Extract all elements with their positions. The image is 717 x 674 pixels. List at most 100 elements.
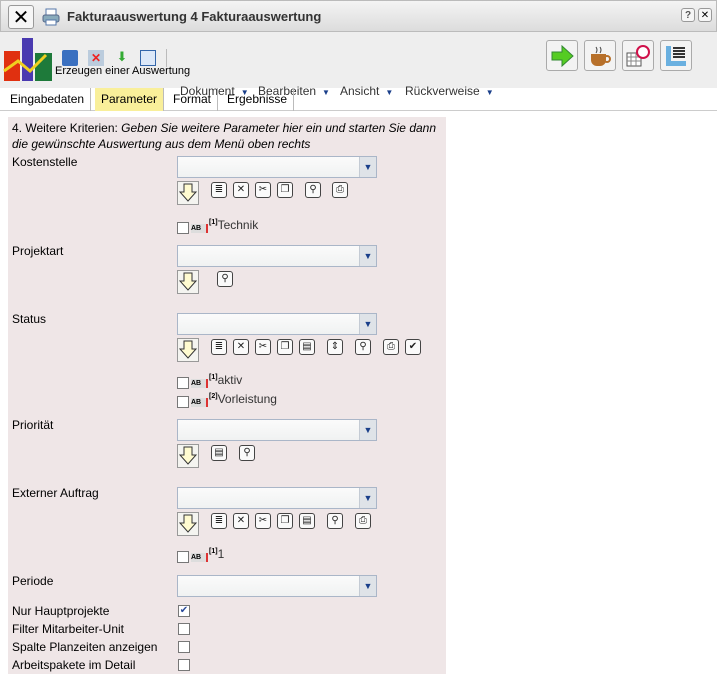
entry-index: [2] (209, 393, 218, 400)
paste-icon[interactable]: ▤ (299, 339, 315, 355)
chevron-down-icon[interactable]: ▼ (359, 157, 376, 177)
move-top-icon[interactable]: ≣ (211, 182, 227, 198)
spalte-planzeiten-anzeigen-checkbox[interactable] (178, 641, 190, 653)
chevron-down-icon[interactable]: ▼ (359, 576, 376, 596)
externer-auftrag-label: Externer Auftrag (12, 486, 99, 500)
entry-text: Vorleistung (217, 392, 277, 406)
calendar-clock-icon (626, 44, 650, 66)
tab-eingabedaten[interactable]: Eingabedaten (4, 88, 92, 111)
priorit-t-add-button[interactable] (177, 444, 199, 468)
spalte-planzeiten-anzeigen-label: Spalte Planzeiten anzeigen (12, 640, 158, 654)
projektart-select[interactable]: ▼ (177, 245, 377, 267)
cut-icon[interactable]: ✂ (255, 339, 271, 355)
copy-document-icon[interactable] (140, 50, 156, 66)
check-icon[interactable]: ✔ (405, 339, 421, 355)
print-button[interactable] (41, 6, 61, 28)
print-icon[interactable]: ⎙ (355, 513, 371, 529)
search-icon[interactable]: ⚲ (355, 339, 371, 355)
status-entry-checkbox[interactable] (177, 396, 189, 408)
search-icon[interactable]: ⚲ (239, 445, 255, 461)
projektart-label: Projektart (12, 244, 64, 258)
help-button[interactable]: ? (681, 8, 695, 22)
copy-icon[interactable]: ❐ (277, 339, 293, 355)
filter-mitarbeiter-unit-checkbox[interactable] (178, 623, 190, 635)
projektart-add-button[interactable] (177, 270, 199, 294)
print-icon[interactable]: ⎙ (332, 182, 348, 198)
arrow-down-icon (179, 340, 197, 359)
status-add-button[interactable] (177, 338, 199, 362)
coffee-cup-icon (591, 46, 611, 66)
delete-icon[interactable]: ✕ (233, 182, 249, 198)
print-icon[interactable]: ⎙ (383, 339, 399, 355)
tab-format[interactable]: Format (167, 88, 219, 111)
kostenstelle-entry-checkbox[interactable] (177, 222, 189, 234)
move-top-icon[interactable]: ≣ (211, 513, 227, 529)
arrow-down-icon (179, 514, 197, 533)
close-button[interactable]: ✕ (698, 8, 712, 22)
periode-select[interactable]: ▼ (177, 575, 377, 597)
externer-auftrag-entry: [1]1 (209, 547, 224, 561)
chevron-down-icon[interactable]: ▼ (359, 314, 376, 334)
search-icon[interactable]: ⚲ (305, 182, 321, 198)
list-ruler-icon (666, 45, 686, 66)
priorit-t-select[interactable]: ▼ (177, 419, 377, 441)
cut-icon[interactable]: ✂ (255, 513, 271, 529)
schedule-button[interactable] (622, 40, 654, 71)
tab-ergebnisse[interactable]: Ergebnisse (221, 88, 295, 111)
delete-icon[interactable]: ✕ (233, 339, 249, 355)
tab-parameter[interactable]: Parameter (95, 88, 165, 111)
text-value-icon: AB (191, 224, 208, 233)
toolbar-divider (166, 49, 167, 67)
entry-text: aktiv (217, 373, 243, 387)
sort-icon[interactable]: ⇕ (327, 339, 343, 355)
intro-text: 4. Weitere Kriterien: Geben Sie weitere … (12, 120, 442, 152)
externer-auftrag-select[interactable]: ▼ (177, 487, 377, 509)
copy-icon[interactable]: ❐ (277, 182, 293, 198)
nur-hauptprojekte-label: Nur Hauptprojekte (12, 604, 110, 618)
externer-auftrag-add-button[interactable] (177, 512, 199, 536)
chevron-down-icon[interactable]: ▼ (359, 488, 376, 508)
window-title: Fakturaauswertung 4 Fakturaauswertung (67, 9, 322, 24)
arrow-down-icon (179, 272, 197, 291)
printer-icon (42, 8, 60, 26)
close-window-button[interactable]: ✕ (8, 5, 34, 29)
status-entry-checkbox[interactable] (177, 377, 189, 389)
import-icon[interactable]: ⬇ (114, 49, 130, 65)
cut-icon[interactable]: ✂ (255, 182, 271, 198)
kostenstelle-select[interactable]: ▼ (177, 156, 377, 178)
arrow-down-icon (179, 183, 197, 202)
arrow-down-icon (179, 446, 197, 465)
move-top-icon[interactable]: ≣ (211, 339, 227, 355)
paste-icon[interactable]: ▤ (211, 445, 227, 461)
status-entry: [1]aktiv (209, 373, 242, 387)
arbeitspakete-im-detail-checkbox[interactable] (178, 659, 190, 671)
run-button[interactable] (546, 40, 578, 71)
search-icon[interactable]: ⚲ (327, 513, 343, 529)
layout-button[interactable] (660, 40, 692, 71)
entry-text: 1 (217, 547, 225, 561)
copy-icon[interactable]: ❐ (277, 513, 293, 529)
search-icon[interactable]: ⚲ (217, 271, 233, 287)
delete-document-icon[interactable]: ✕ (88, 50, 104, 66)
toolbar: Erzeugen einer Auswertung ✕ ⬇ Dokument ▼ … (0, 32, 717, 98)
save-icon[interactable] (62, 50, 78, 66)
externer-auftrag-entry-checkbox[interactable] (177, 551, 189, 563)
text-value-icon: AB (191, 398, 208, 407)
entry-text: Technik (217, 218, 259, 232)
background-job-button[interactable] (584, 40, 616, 71)
report-logo-icon (3, 38, 52, 81)
entry-index: [1] (209, 219, 218, 226)
chevron-down-icon[interactable]: ▼ (359, 420, 376, 440)
status-select[interactable]: ▼ (177, 313, 377, 335)
chevron-down-icon[interactable]: ▼ (359, 246, 376, 266)
kostenstelle-add-button[interactable] (177, 181, 199, 205)
arbeitspakete-im-detail-label: Arbeitspakete im Detail (12, 658, 136, 672)
filter-mitarbeiter-unit-label: Filter Mitarbeiter-Unit (12, 622, 125, 636)
kostenstelle-label: Kostenstelle (12, 155, 78, 169)
entry-index: [1] (209, 548, 218, 555)
paste-icon[interactable]: ▤ (299, 513, 315, 529)
delete-icon[interactable]: ✕ (233, 513, 249, 529)
entry-index: [1] (209, 374, 218, 381)
periode-label: Periode (12, 574, 54, 588)
nur-hauptprojekte-checkbox[interactable]: ✔ (178, 605, 190, 617)
